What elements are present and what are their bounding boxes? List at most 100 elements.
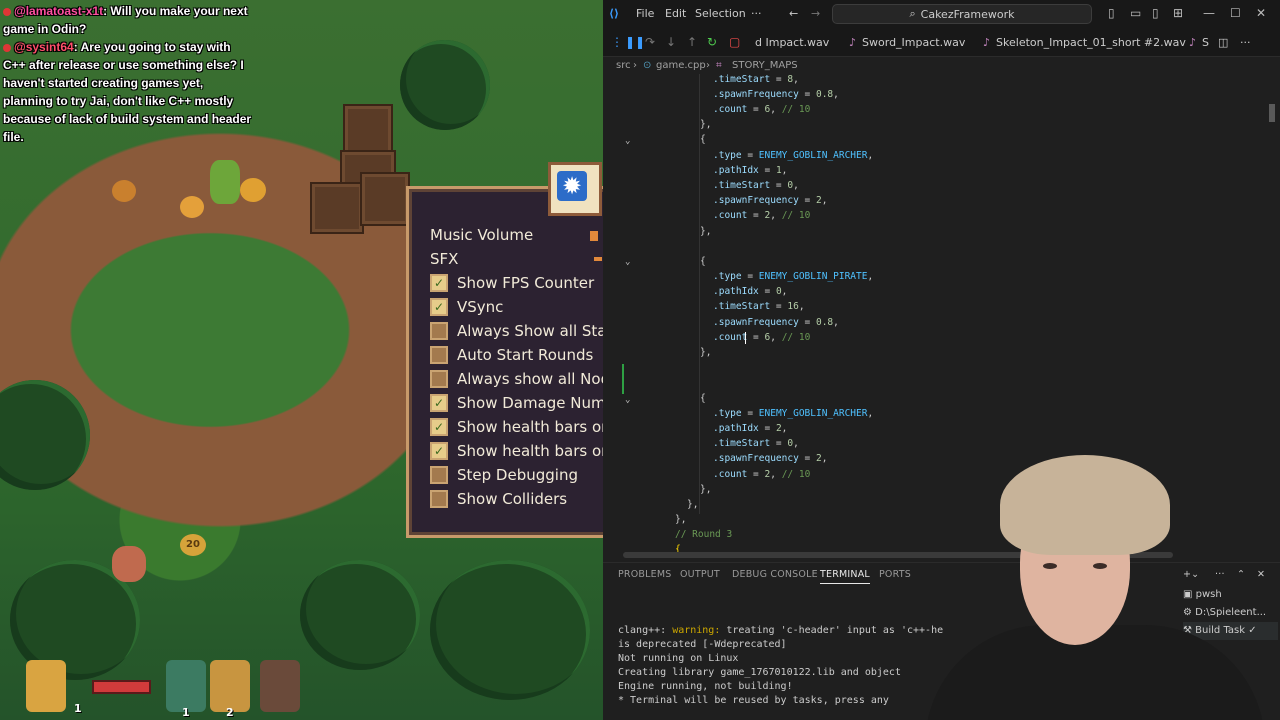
option-show-fps[interactable]: ✓ Show FPS Counter: [430, 272, 594, 294]
back-arrow-icon[interactable]: ←: [789, 7, 798, 20]
tree: [400, 40, 490, 130]
option-always-show-nodes[interactable]: Always show all Nodes: [430, 368, 603, 390]
terminal-warning: warning:: [672, 625, 721, 636]
command-center-label: CakezFramework: [920, 7, 1015, 21]
tab-sword-impact-wav[interactable]: ♪ Sword_Impact.wav: [849, 36, 965, 49]
settings-button[interactable]: ✹: [548, 162, 602, 216]
tab-debug-console[interactable]: DEBUG CONSOLE: [732, 569, 818, 580]
fold-chevron-icon[interactable]: ⌄: [625, 257, 630, 267]
option-label: Always show all Nodes: [457, 370, 603, 388]
option-show-damage-numbers[interactable]: ✓ Show Damage Numbers: [430, 392, 603, 414]
pig-unit: [112, 546, 146, 582]
vertical-scrollbar[interactable]: [1269, 104, 1275, 122]
sfx-slider[interactable]: [594, 257, 602, 261]
hero-health-bar: [92, 680, 151, 694]
checkbox-checked-icon[interactable]: ✓: [430, 298, 448, 316]
ability-slot[interactable]: [166, 660, 206, 712]
code-line: },: [700, 347, 712, 358]
code-line: .pathIdx = 0,: [713, 286, 788, 297]
webcam-overlay: [905, 455, 1280, 720]
stop-icon[interactable]: ▢: [729, 35, 740, 49]
fold-chevron-icon[interactable]: ⌄: [625, 395, 630, 405]
tab-skeleton-impact-wav[interactable]: ♪ Skeleton_Impact_01_short #2.wav: [983, 36, 1186, 49]
step-out-icon[interactable]: ↑: [687, 35, 697, 49]
checkbox-icon[interactable]: [430, 370, 448, 388]
step-into-icon[interactable]: ↓: [666, 35, 676, 49]
option-show-health-bars-1[interactable]: ✓ Show health bars on: [430, 416, 603, 438]
option-label: Music Volume: [430, 226, 534, 244]
code-line: .count = 2, // 10: [713, 210, 811, 221]
tab-terminal[interactable]: TERMINAL: [820, 569, 870, 584]
user-badge-icon: [3, 43, 11, 52]
option-show-colliders[interactable]: Show Colliders: [430, 488, 567, 510]
toggle-secondary-sidebar-icon[interactable]: ▯: [1152, 6, 1159, 20]
split-editor-icon[interactable]: ◫: [1218, 36, 1228, 49]
checkbox-checked-icon[interactable]: ✓: [430, 274, 448, 292]
menu-selection[interactable]: Selection: [695, 7, 746, 20]
crate: [360, 172, 410, 226]
tab-label: S: [1202, 36, 1210, 49]
tab-overflow[interactable]: ♪ S: [1189, 36, 1209, 49]
ability-slot[interactable]: [260, 660, 300, 712]
minimize-icon[interactable]: —: [1203, 6, 1215, 20]
customize-layout-icon[interactable]: ⊞: [1173, 6, 1183, 20]
chevron-right-icon: ›: [706, 60, 710, 71]
more-actions-icon[interactable]: ···: [1240, 36, 1251, 49]
maximize-icon[interactable]: ☐: [1230, 6, 1241, 20]
hero-portrait[interactable]: [26, 660, 66, 712]
symbol-icon: ⌗: [716, 60, 722, 71]
ability-slot[interactable]: [210, 660, 250, 712]
toggle-sidebar-icon[interactable]: ▯: [1108, 6, 1115, 20]
chevron-right-icon: ›: [633, 60, 637, 71]
checkbox-icon[interactable]: [430, 490, 448, 508]
toggle-panel-icon[interactable]: ▭: [1130, 6, 1141, 20]
option-label: SFX: [430, 250, 459, 268]
menu-edit[interactable]: Edit: [665, 7, 686, 20]
pause-icon[interactable]: ❚❚: [625, 35, 645, 49]
checkbox-checked-icon[interactable]: ✓: [430, 394, 448, 412]
checkbox-icon[interactable]: [430, 466, 448, 484]
code-line: .spawnFrequency = 0.8,: [713, 89, 839, 100]
option-show-health-bars-2[interactable]: ✓ Show health bars on: [430, 440, 603, 462]
checkbox-checked-icon[interactable]: ✓: [430, 442, 448, 460]
code-line: {: [700, 393, 706, 404]
menu-more[interactable]: ···: [751, 7, 762, 20]
checkbox-checked-icon[interactable]: ✓: [430, 418, 448, 436]
user-badge-icon: [3, 7, 11, 16]
terminal-line: Engine running, not building!: [618, 681, 793, 692]
terminal-line: clang++: warning: treating 'c-header' in…: [618, 624, 948, 638]
checkbox-icon[interactable]: [430, 322, 448, 340]
code-line: .spawnFrequency = 2,: [713, 453, 828, 464]
tab-impact-wav[interactable]: d Impact.wav: [755, 36, 829, 49]
code-line: },: [700, 226, 712, 237]
tab-problems[interactable]: PROBLEMS: [618, 569, 671, 580]
checkbox-icon[interactable]: [430, 346, 448, 364]
music-volume-slider[interactable]: [590, 231, 598, 241]
step-over-icon[interactable]: ↷: [645, 35, 655, 49]
code-line: },: [700, 484, 712, 495]
streamer-hair: [1000, 455, 1170, 555]
menu-file[interactable]: File: [636, 7, 654, 20]
breadcrumb-symbol[interactable]: STORY_MAPS: [732, 60, 798, 71]
option-vsync[interactable]: ✓ VSync: [430, 296, 503, 318]
option-step-debugging[interactable]: Step Debugging: [430, 464, 578, 486]
breadcrumb-folder[interactable]: src: [616, 60, 631, 71]
restart-icon[interactable]: ↻: [707, 35, 717, 49]
option-auto-start-rounds[interactable]: Auto Start Rounds: [430, 344, 593, 366]
fold-chevron-icon[interactable]: ⌄: [625, 136, 630, 146]
command-center[interactable]: ⌕ CakezFramework: [832, 4, 1092, 24]
forward-arrow-icon[interactable]: →: [811, 7, 820, 20]
tab-output[interactable]: OUTPUT: [680, 569, 720, 580]
terminal-output[interactable]: clang++: warning: treating 'c-header' in…: [618, 624, 948, 708]
hud-count: 2: [226, 706, 234, 719]
game-viewport[interactable]: 20 @lamatoast-x1t: Will you make your ne…: [0, 0, 603, 720]
code-line: .count = 6, // 10: [713, 332, 811, 343]
code-line: .count = 2, // 10: [713, 469, 811, 480]
code-line: .pathIdx = 1,: [713, 165, 788, 176]
chat-message: @lamatoast-x1t: Will you make your next …: [3, 2, 253, 38]
code-line: .pathIdx = 2,: [713, 423, 788, 434]
close-icon[interactable]: ✕: [1256, 6, 1266, 20]
option-always-show-stats[interactable]: Always Show all Stats: [430, 320, 603, 342]
music-volume-row: Music Volume: [430, 224, 533, 246]
breadcrumb-file[interactable]: game.cpp: [656, 60, 706, 71]
